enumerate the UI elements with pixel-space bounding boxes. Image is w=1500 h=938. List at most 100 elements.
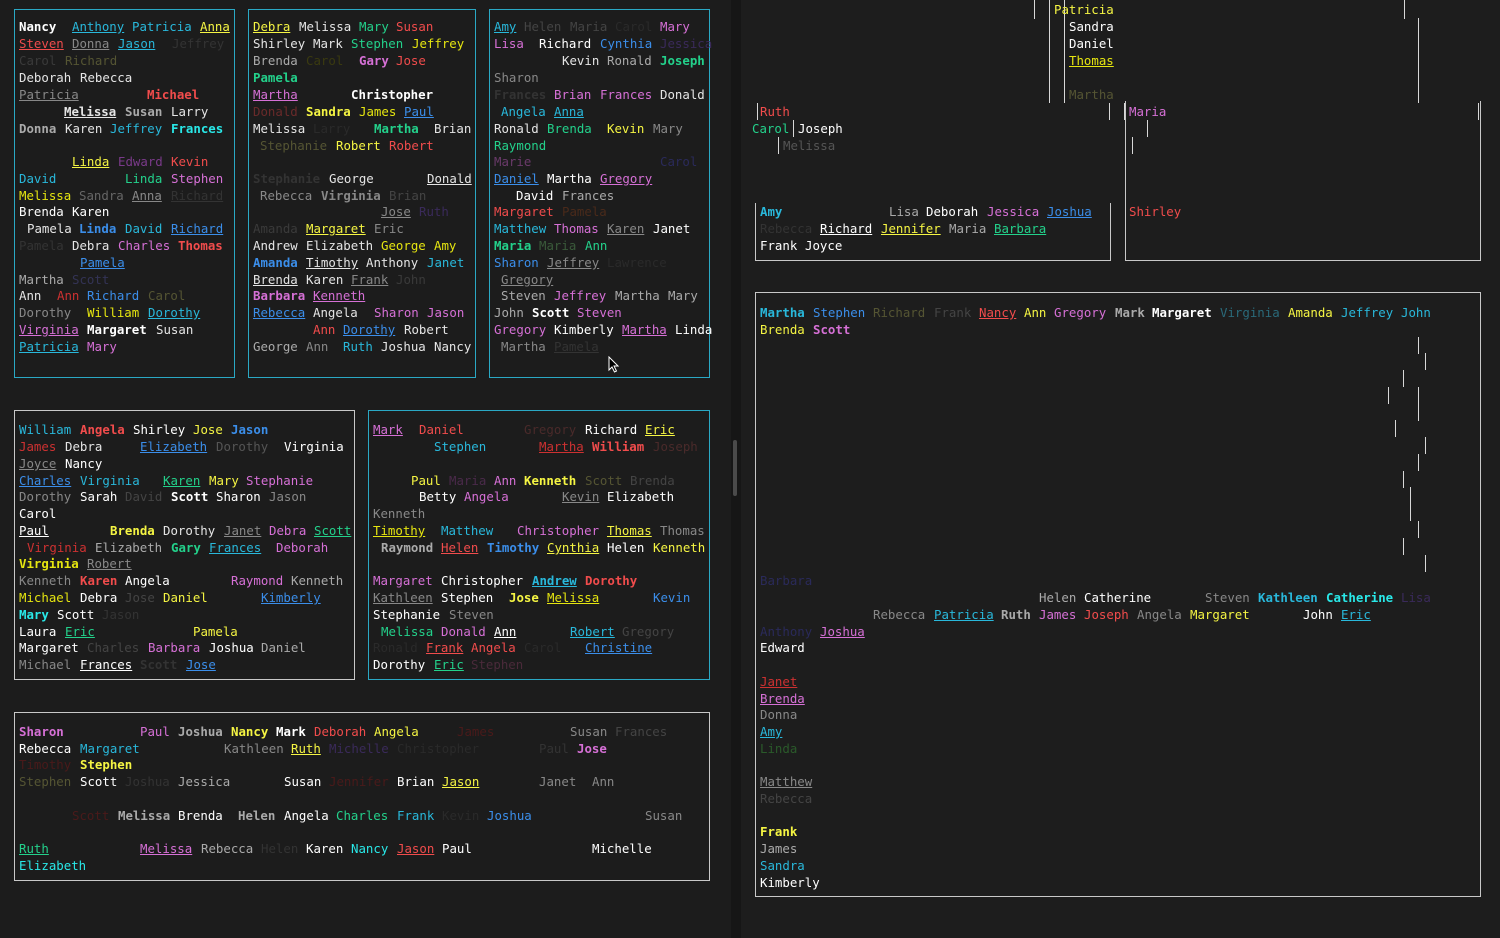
- name-text: Christopher: [351, 87, 434, 102]
- name-text: Gregory: [524, 422, 577, 437]
- name-text: Matthew: [441, 523, 494, 538]
- name-text: Kimberly: [261, 590, 321, 605]
- name-text: Frances: [494, 87, 547, 102]
- name-text: Jeffrey: [412, 36, 465, 51]
- name-text: Deborah: [314, 724, 367, 739]
- name-text: Robert: [404, 322, 449, 337]
- separator-line: [1418, 521, 1419, 538]
- name-text: Nancy: [231, 724, 269, 739]
- name-text: Scott: [57, 607, 95, 622]
- name-text: Paul: [442, 841, 472, 856]
- name-text: Ann: [494, 473, 517, 488]
- name-text: Pamela: [80, 255, 125, 270]
- name-text: Margaret: [19, 640, 79, 655]
- name-text: Dorothy: [585, 573, 638, 588]
- name-text: Melissa: [140, 841, 193, 856]
- name-text: Dorothy: [216, 439, 269, 454]
- name-text: Amanda: [253, 255, 298, 270]
- name-text: Laura: [19, 624, 57, 639]
- name-text: William: [19, 422, 72, 437]
- name-text: Jennifer: [329, 774, 389, 789]
- name-text: Steven: [501, 288, 546, 303]
- name-text: Richard: [539, 36, 592, 51]
- name-text: Mark: [313, 36, 343, 51]
- name-text: Gary: [359, 53, 389, 68]
- name-text: Amy: [760, 204, 783, 219]
- name-text: Rebecca: [19, 741, 72, 756]
- name-text: Jason: [118, 36, 156, 51]
- name-text: Ruth: [419, 204, 449, 219]
- name-text: Frances: [600, 87, 653, 102]
- name-text: Paul: [411, 473, 441, 488]
- name-text: Thomas: [1069, 53, 1114, 68]
- name-text: Maria: [570, 19, 608, 34]
- name-text: Virginia: [1220, 305, 1280, 320]
- name-text: Scott: [532, 305, 570, 320]
- name-text: Scott: [80, 774, 118, 789]
- name-text: Michael: [19, 657, 72, 672]
- name-text: Carol: [148, 288, 186, 303]
- name-text: Michael: [147, 87, 200, 102]
- name-text: Daniel: [163, 590, 208, 605]
- name-text: John: [494, 305, 524, 320]
- name-text: Ann: [313, 322, 336, 337]
- name-text: Joseph: [653, 439, 698, 454]
- name-text: Margaret: [494, 204, 554, 219]
- name-text: Scott: [314, 523, 352, 538]
- name-text: Debra: [253, 19, 291, 34]
- name-text: Helen: [238, 808, 276, 823]
- name-text: Deborah: [926, 204, 979, 219]
- name-text: Raymond: [231, 573, 284, 588]
- name-text: James: [457, 724, 495, 739]
- name-text: Maria: [449, 473, 487, 488]
- name-text: Karen: [65, 121, 103, 136]
- name-text: Gregory: [494, 322, 547, 337]
- name-text: Margaret: [1152, 305, 1212, 320]
- separator-line: [1418, 404, 1419, 421]
- name-text: Patricia: [19, 339, 79, 354]
- name-text: Susan: [156, 322, 194, 337]
- separator-line: [778, 137, 779, 154]
- name-text: Edward: [118, 154, 163, 169]
- separator-line: [1147, 120, 1148, 137]
- name-text: Elizabeth: [19, 858, 87, 873]
- name-text: Janet: [224, 523, 262, 538]
- name-text: Janet: [539, 774, 577, 789]
- name-text: Catherine: [1326, 590, 1394, 605]
- name-text: Paul: [404, 104, 434, 119]
- name-text: Melissa: [253, 121, 306, 136]
- name-text: Joyce: [19, 456, 57, 471]
- name-text: Kevin: [171, 154, 209, 169]
- name-text: Martha: [1069, 87, 1114, 102]
- name-text: Amanda: [253, 221, 298, 236]
- name-text: Rebecca: [253, 305, 306, 320]
- name-text: Janet: [653, 221, 691, 236]
- name-text: George: [381, 238, 426, 253]
- name-text: Joseph: [1084, 607, 1129, 622]
- separator-line: [1418, 387, 1419, 404]
- name-text: Thomas: [554, 221, 599, 236]
- name-text: Paul: [539, 741, 569, 756]
- name-text: Jose: [509, 590, 539, 605]
- name-text: Mary: [209, 473, 239, 488]
- name-text: Eric: [645, 422, 675, 437]
- name-text: Stephen: [441, 590, 494, 605]
- name-text: Linda: [675, 322, 713, 337]
- name-text: Mark: [1115, 305, 1145, 320]
- name-text: Rebecca: [80, 70, 133, 85]
- name-text: Timothy: [19, 757, 72, 772]
- name-text: George: [329, 171, 374, 186]
- separator-line: [1404, 0, 1405, 19]
- name-text: Martha: [760, 305, 805, 320]
- name-text: David: [19, 171, 57, 186]
- name-text: Angela: [125, 573, 170, 588]
- divider-handle[interactable]: [733, 440, 737, 496]
- name-text: Martha: [622, 322, 667, 337]
- name-text: Nancy: [979, 305, 1017, 320]
- right-pane: [741, 0, 1500, 938]
- name-text: Kevin: [607, 121, 645, 136]
- name-text: Pamela: [27, 221, 72, 236]
- name-text: Kathleen: [224, 741, 284, 756]
- name-text: Margaret: [306, 221, 366, 236]
- name-text: Stephen: [80, 757, 133, 772]
